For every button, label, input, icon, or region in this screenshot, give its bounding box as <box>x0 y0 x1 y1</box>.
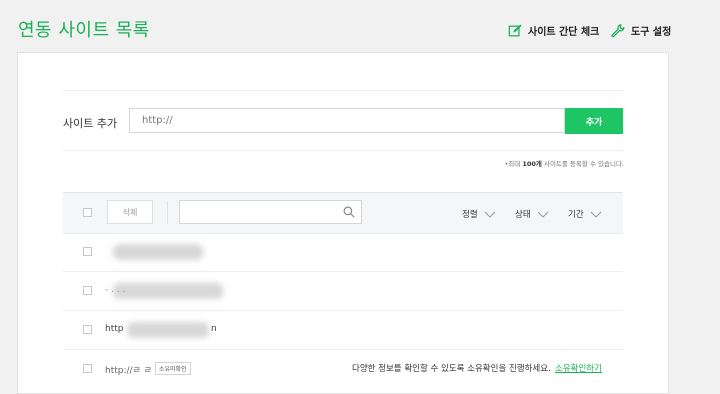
select-all-checkbox[interactable] <box>83 208 92 217</box>
limit-prefix: •최대 <box>504 160 521 168</box>
add-site-button[interactable]: 추가 <box>565 108 623 134</box>
tool-settings-label: 도구 설정 <box>631 27 672 38</box>
site-search-input[interactable] <box>179 200 362 224</box>
site-list-card: 사이트 추가 추가 •최대 100개 사이트를 등록할 수 있습니다. 삭제 정… <box>17 52 669 394</box>
ownership-unverified-badge: 소유미확인 <box>155 362 191 375</box>
period-filter-label: 기간 <box>568 210 584 220</box>
chevron-down-icon <box>590 211 601 218</box>
row-checkbox[interactable] <box>83 286 92 295</box>
verify-ownership-link[interactable]: 소유확인하기 <box>555 362 602 374</box>
sort-filter[interactable]: 정렬 <box>462 208 496 220</box>
site-limit-note: •최대 100개 사이트를 등록할 수 있습니다. <box>504 158 624 168</box>
limit-count: 100개 <box>522 160 542 168</box>
redacted-url <box>113 283 223 299</box>
divider <box>63 150 623 151</box>
sort-filter-label: 정렬 <box>462 210 478 220</box>
redacted-url <box>113 244 203 260</box>
add-site-label: 사이트 추가 <box>63 117 118 130</box>
site-row[interactable]: http://ㄹ ㄹ 소유미확인 다양한 정보를 확인할 수 있도록 소유확인을… <box>63 350 623 388</box>
verify-ownership-message: 다양한 정보를 확인할 수 있도록 소유확인을 진행하세요. <box>352 364 551 374</box>
divider <box>63 90 623 91</box>
row-checkbox[interactable] <box>83 364 92 373</box>
site-row[interactable]: - . . . <box>63 272 623 311</box>
wrench-icon <box>611 23 625 37</box>
site-row[interactable] <box>63 233 623 272</box>
site-url: - . . . <box>105 285 126 295</box>
period-filter[interactable]: 기간 <box>568 208 602 220</box>
redacted-url <box>127 322 209 338</box>
row-checkbox[interactable] <box>83 247 92 256</box>
edit-icon <box>508 23 522 36</box>
status-filter[interactable]: 상태 <box>515 208 549 220</box>
list-toolbar: 삭제 정렬 상태 기간 <box>63 192 623 234</box>
site-url-start: http <box>105 324 124 334</box>
tool-settings-link[interactable]: 도구 설정 <box>611 23 671 38</box>
site-quick-check-link[interactable]: 사이트 간단 체크 <box>508 23 599 38</box>
site-row[interactable]: http n <box>63 311 623 350</box>
site-url-input[interactable] <box>129 108 565 133</box>
site-url: http://ㄹ ㄹ <box>105 366 152 376</box>
separator <box>167 201 168 224</box>
delete-button[interactable]: 삭제 <box>107 200 153 224</box>
site-url-end: n <box>211 324 217 334</box>
page-title: 연동 사이트 목록 <box>18 20 150 41</box>
search-icon[interactable] <box>343 206 355 218</box>
chevron-down-icon <box>537 211 548 218</box>
limit-suffix: 사이트를 등록할 수 있습니다. <box>543 160 624 168</box>
status-filter-label: 상태 <box>515 210 531 220</box>
row-checkbox[interactable] <box>83 325 92 334</box>
site-quick-check-label: 사이트 간단 체크 <box>528 27 600 38</box>
chevron-down-icon <box>484 211 495 218</box>
